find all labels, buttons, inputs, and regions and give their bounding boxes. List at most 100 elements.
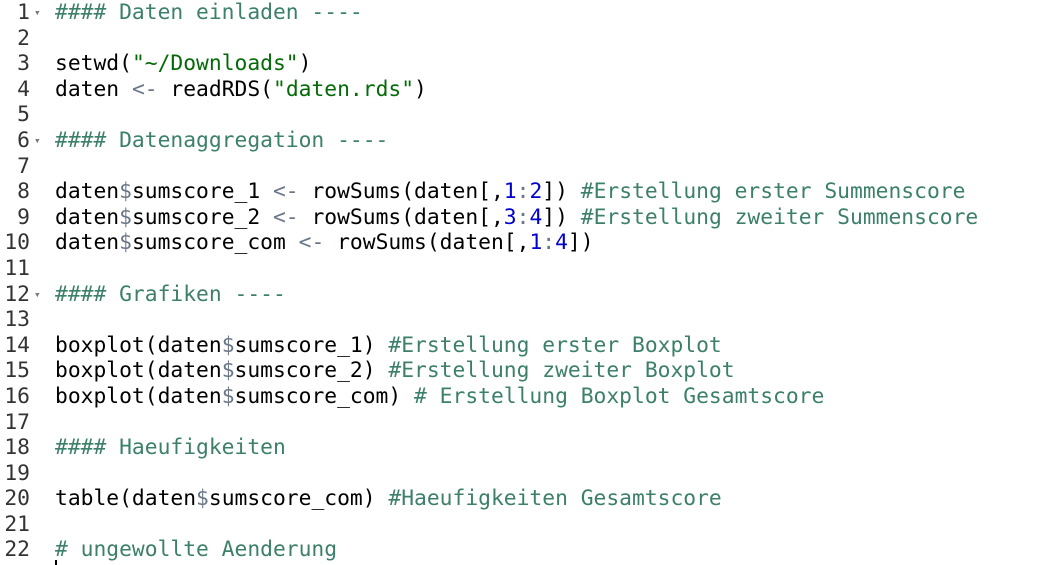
- code-content: daten$sumscore_com <- rowSums(daten[,1:4…: [55, 230, 594, 256]
- code-token-number: 2: [529, 179, 543, 205]
- code-line[interactable]: 4 daten <- readRDS("daten.rds"): [0, 77, 1048, 103]
- code-token-string: "daten.rds": [273, 76, 415, 102]
- code-token-plain: daten: [55, 76, 132, 102]
- line-number: 1: [17, 0, 30, 25]
- line-number: 6: [17, 127, 30, 153]
- code-token-plain: sumscore_1): [234, 332, 389, 358]
- code-line[interactable]: 21: [0, 512, 1048, 538]
- code-line[interactable]: 2: [0, 26, 1048, 52]
- fold-arrow-icon[interactable]: ▾: [34, 128, 46, 154]
- code-content: boxplot(daten$sumscore_com) # Erstellung…: [55, 384, 824, 410]
- code-token-comment: #### Daten einladen ----: [55, 0, 363, 25]
- code-content: #### Grafiken ----: [55, 282, 286, 308]
- code-token-plain: rowSums(daten[,: [298, 179, 504, 205]
- code-content: #### Haeufigkeiten: [55, 435, 286, 461]
- code-line[interactable]: 13: [0, 307, 1048, 333]
- fold-arrow-icon[interactable]: ▾: [34, 282, 46, 308]
- code-line[interactable]: 7: [0, 154, 1048, 180]
- code-token-comment: #Erstellung erster Boxplot: [388, 332, 722, 358]
- code-token-plain: ): [298, 51, 312, 77]
- code-token-plain: daten: [55, 179, 120, 205]
- code-token-op: $: [221, 383, 235, 409]
- code-token-comment: #### Datenaggregation ----: [55, 127, 389, 153]
- code-token-op: $: [196, 486, 209, 512]
- code-token-op: $: [119, 230, 132, 256]
- line-number: 4: [17, 76, 30, 102]
- code-content: setwd("~/Downloads"): [55, 51, 311, 77]
- code-line[interactable]: 19: [0, 461, 1048, 487]
- code-token-plain: sumscore_com): [234, 383, 415, 409]
- code-token-plain: ]): [542, 179, 581, 205]
- line-number: 16: [4, 383, 30, 409]
- code-token-comment: #Haeufigkeiten Gesamtscore: [388, 486, 722, 512]
- line-number: 19: [4, 460, 30, 486]
- code-token-comment: #Erstellung erster Summenscore: [580, 179, 966, 205]
- line-number: 17: [4, 409, 30, 435]
- code-token-number: 1: [529, 230, 543, 256]
- code-token-plain: sumscore_com: [131, 230, 299, 256]
- code-token-comment: #Erstellung zweiter Summenscore: [580, 204, 979, 230]
- code-token-op: <-: [272, 179, 299, 205]
- code-token-plain: readRDS(: [157, 76, 273, 102]
- code-line[interactable]: 16 boxplot(daten$sumscore_com) # Erstellu…: [0, 384, 1048, 410]
- line-number: 14: [4, 332, 30, 358]
- line-number: 13: [4, 307, 30, 333]
- code-editor[interactable]: 1 ▾ #### Daten einladen ---- 2 3 setwd("~/Dow…: [0, 0, 1048, 565]
- code-token-plain: boxplot(daten: [55, 358, 222, 384]
- code-token-plain: sumscore_2: [131, 204, 273, 230]
- code-token-plain: boxplot(daten: [55, 383, 222, 409]
- code-line[interactable]: 15 boxplot(daten$sumscore_2) #Erstellung …: [0, 358, 1048, 384]
- code-line[interactable]: 1 ▾ #### Daten einladen ----: [0, 0, 1048, 26]
- line-number: 11: [4, 255, 30, 281]
- code-content: daten <- readRDS("daten.rds"): [55, 77, 427, 103]
- code-line[interactable]: 3 setwd("~/Downloads"): [0, 51, 1048, 77]
- code-token-plain: setwd(: [55, 51, 132, 77]
- code-line[interactable]: 20 table(daten$sumscore_com) #Haeufigkeit…: [0, 486, 1048, 512]
- code-token-string: "~/Downloads": [131, 51, 299, 77]
- code-token-op: $: [119, 179, 132, 205]
- code-token-comment: # ungewollte Aenderung: [55, 537, 338, 563]
- code-line[interactable]: 22 # ungewollte Aenderung: [0, 537, 1048, 563]
- code-line[interactable]: 10 daten$sumscore_com <- rowSums(daten[,1…: [0, 230, 1048, 256]
- code-line[interactable]: 17: [0, 410, 1048, 436]
- code-token-op: :: [516, 204, 530, 230]
- code-token-plain: sumscore_com): [208, 486, 389, 512]
- line-number: 22: [4, 537, 30, 563]
- code-token-number: 3: [503, 204, 517, 230]
- line-number: 10: [4, 230, 30, 256]
- code-token-plain: boxplot(daten: [55, 332, 222, 358]
- code-token-plain: ): [414, 76, 427, 102]
- code-token-op: <-: [298, 230, 325, 256]
- code-token-number: 4: [555, 230, 568, 256]
- code-line[interactable]: 5: [0, 102, 1048, 128]
- code-line[interactable]: 9 daten$sumscore_2 <- rowSums(daten[,3:4]…: [0, 205, 1048, 231]
- line-number: 18: [4, 435, 30, 461]
- code-token-plain: daten: [55, 230, 120, 256]
- line-number: 9: [17, 204, 30, 230]
- code-token-comment: #### Haeufigkeiten: [55, 435, 286, 461]
- code-content: # ungewollte Aenderung: [55, 537, 337, 563]
- code-token-op: <-: [272, 204, 299, 230]
- code-token-op: :: [516, 179, 530, 205]
- code-content: table(daten$sumscore_com) #Haeufigkeiten…: [55, 486, 722, 512]
- line-number: 3: [17, 51, 30, 77]
- code-line[interactable]: 18 #### Haeufigkeiten: [0, 435, 1048, 461]
- code-line[interactable]: 11: [0, 256, 1048, 282]
- code-token-plain: daten: [55, 204, 120, 230]
- code-line[interactable]: 6 ▾ #### Datenaggregation ----: [0, 128, 1048, 154]
- code-content: #### Daten einladen ----: [55, 0, 363, 26]
- code-token-plain: ]): [567, 230, 594, 256]
- code-token-op: $: [119, 204, 132, 230]
- code-line[interactable]: 12 ▾ #### Grafiken ----: [0, 282, 1048, 308]
- code-content: boxplot(daten$sumscore_1) #Erstellung er…: [55, 333, 722, 359]
- fold-arrow-icon[interactable]: ▾: [34, 0, 46, 26]
- code-line[interactable]: 14 boxplot(daten$sumscore_1) #Erstellung …: [0, 333, 1048, 359]
- line-number: 21: [4, 511, 30, 537]
- line-number: 8: [17, 179, 30, 205]
- code-token-plain: rowSums(daten[,: [324, 230, 530, 256]
- code-token-comment: #### Grafiken ----: [55, 281, 286, 307]
- code-line[interactable]: 8 daten$sumscore_1 <- rowSums(daten[,1:2]…: [0, 179, 1048, 205]
- code-token-op: <-: [131, 76, 158, 102]
- line-number: 12: [4, 281, 30, 307]
- code-token-number: 1: [503, 179, 517, 205]
